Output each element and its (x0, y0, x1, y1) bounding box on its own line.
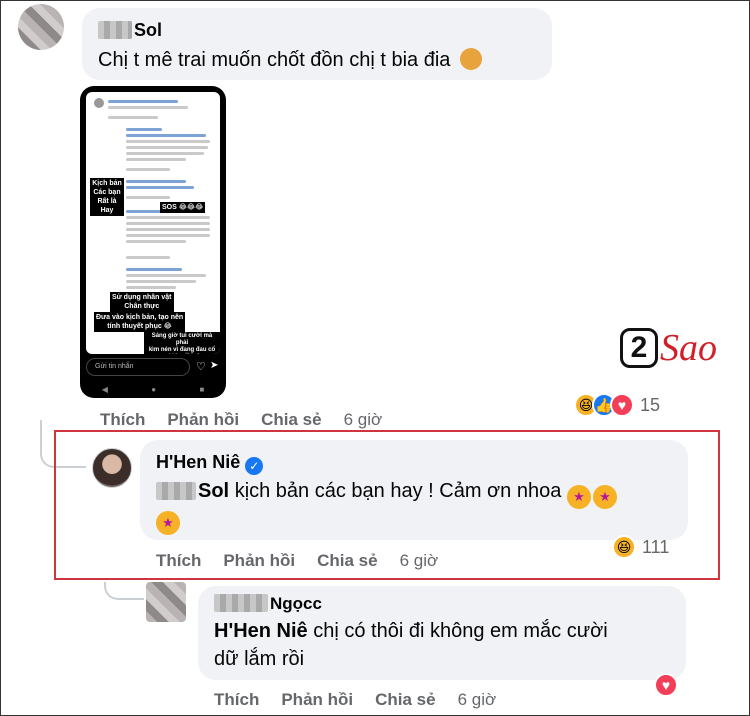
verified-badge-icon: ✓ (245, 457, 264, 475)
comment-author[interactable]: Ngọcc (270, 594, 322, 613)
thread-line (104, 582, 144, 600)
comment-text: chị có thôi đi không em mắc cười (313, 620, 608, 642)
love-icon: ♥ (610, 393, 634, 417)
overlay-label: SOS 😂😂😂 (160, 202, 206, 213)
comment-actions-2: Thích Phản hồi Chia sẻ 6 giờ (156, 551, 460, 571)
overlay-label: Sử dụng nhân vật Chân thực (110, 292, 174, 312)
like-button[interactable]: Thích (214, 690, 259, 710)
blurred-author-name (98, 21, 132, 39)
overlay-label: Kịch bản Các bạn Rất là Hay (90, 178, 124, 216)
like-button[interactable]: Thích (156, 551, 201, 571)
message-input[interactable]: Gửi tin nhắn (86, 358, 190, 376)
comment-time[interactable]: 6 giờ (400, 551, 439, 571)
comment-text: Chị t mê trai muốn chốt đồn chị t bia đi… (98, 49, 451, 71)
comment-bubble-2: H'Hen Niê ✓ Sol kịch bản các bạn hay ! C… (140, 440, 688, 540)
phone-nav-bar: ◀ ● ■ (80, 385, 226, 394)
back-nav-icon[interactable]: ◀ (102, 385, 108, 394)
reaction-summary-3[interactable]: ♥ (654, 673, 678, 697)
attached-screenshot-image[interactable]: Kịch bản Các bạn Rất là Hay SOS 😂😂😂 Sử d… (80, 86, 226, 398)
share-button[interactable]: Chia sẻ (317, 551, 377, 571)
reply-button[interactable]: Phản hồi (223, 551, 295, 571)
comment-actions-1: Thích Phản hồi Chia sẻ 6 giờ (100, 410, 404, 430)
overlay-label: Sáng giờ tui cười mà phải kìm nén vì đan… (144, 332, 220, 354)
recents-nav-icon[interactable]: ■ (199, 385, 204, 394)
avatar[interactable] (146, 582, 186, 622)
send-icon[interactable]: ➤ (210, 360, 218, 371)
star-struck-emoji-icon: ★ (566, 485, 591, 509)
share-button[interactable]: Chia sẻ (261, 410, 321, 430)
mention-tag[interactable]: Sol (198, 480, 229, 502)
like-button[interactable]: Thích (100, 410, 145, 430)
watermark-logo: 2 Sao (620, 326, 717, 370)
reaction-summary-1[interactable]: 😆 👍 ♥ 15 (574, 393, 660, 417)
avatar[interactable] (18, 4, 64, 50)
comment-author[interactable]: Sol (134, 20, 162, 40)
reaction-summary-2[interactable]: 😆 111 (612, 535, 669, 559)
reaction-count: 15 (640, 394, 661, 415)
comment-time[interactable]: 6 giờ (458, 690, 497, 710)
mention-tag[interactable]: H'Hen Niê (214, 620, 308, 642)
reaction-count: 111 (642, 536, 670, 557)
avatar[interactable] (92, 448, 132, 488)
comment-text: dữ lắm rồi (214, 648, 305, 670)
love-icon: ♥ (654, 673, 678, 697)
person-shrugging-emoji-icon (459, 48, 482, 70)
phone-screen: Kịch bản Các bạn Rất là Hay SOS 😂😂😂 Sử d… (86, 92, 220, 354)
share-button[interactable]: Chia sẻ (375, 690, 435, 710)
heart-icon[interactable]: ♡ (196, 360, 206, 373)
haha-icon: 😆 (612, 535, 636, 559)
comment-actions-3: Thích Phản hồi Chia sẻ 6 giờ (214, 690, 518, 710)
overlay-label: Đưa vào kịch bản, tạo nên tính thuyết ph… (94, 312, 186, 332)
star-struck-emoji-icon: ★ (156, 511, 180, 535)
comment-bubble-1: Sol Chị t mê trai muốn chốt đồn chị t bi… (82, 8, 552, 80)
comment-author[interactable]: H'Hen Niê (156, 452, 240, 472)
blurred-author-name (214, 594, 268, 612)
blurred-tag-name (156, 482, 196, 500)
comment-time[interactable]: 6 giờ (344, 410, 383, 430)
comment-text: kịch bản các bạn hay ! Cảm ơn nhoa (234, 480, 562, 502)
watermark-word: Sao (660, 327, 717, 369)
reply-button[interactable]: Phản hồi (167, 410, 239, 430)
reply-button[interactable]: Phản hồi (281, 690, 353, 710)
star-struck-emoji-icon: ★ (592, 485, 617, 509)
watermark-digit: 2 (620, 328, 658, 368)
comment-bubble-3: Ngọcc H'Hen Niê chị có thôi đi không em … (198, 586, 686, 680)
home-nav-icon[interactable]: ● (151, 385, 156, 394)
